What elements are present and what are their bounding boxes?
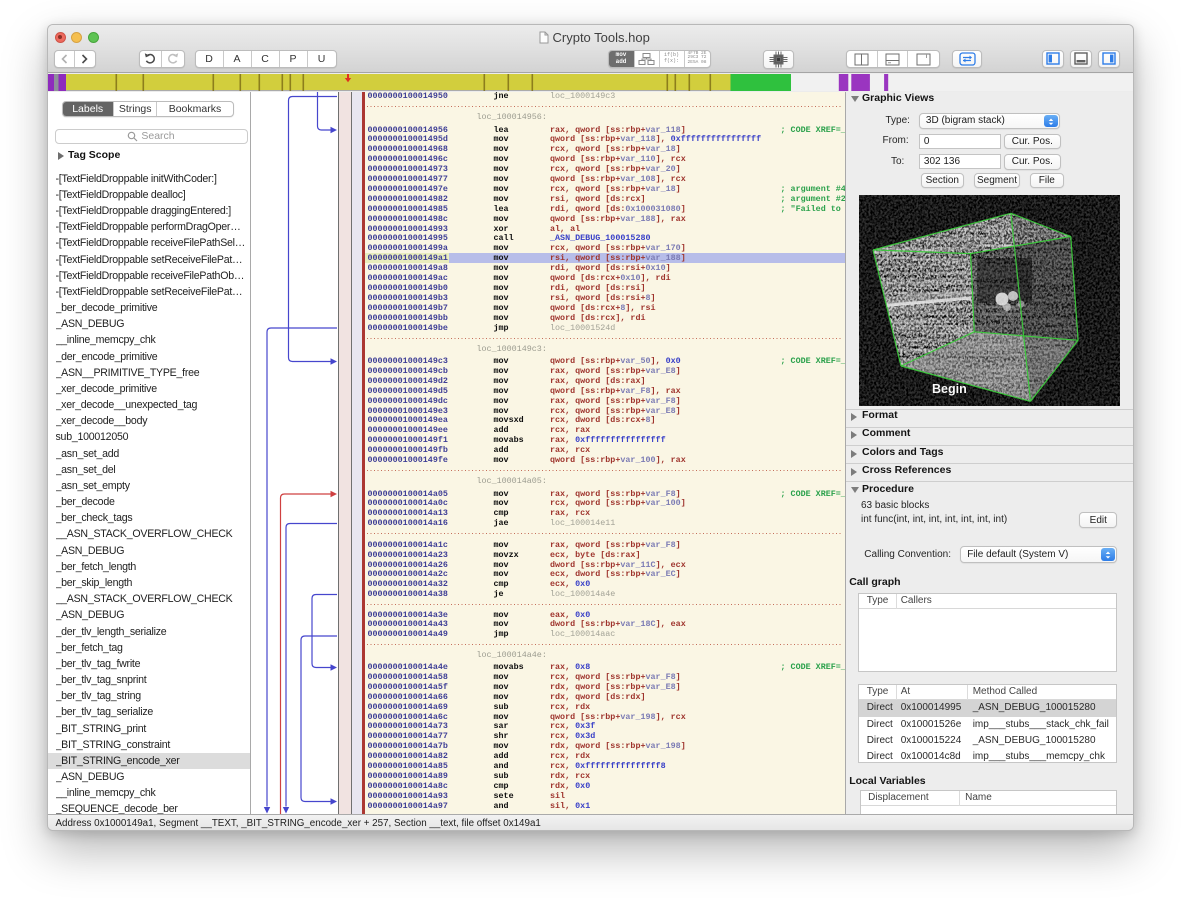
- svg-text:Begin: Begin: [932, 382, 967, 396]
